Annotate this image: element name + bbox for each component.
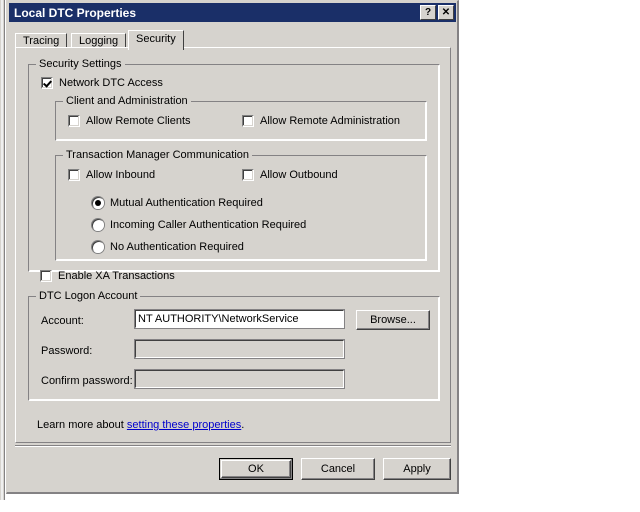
- tab-security[interactable]: Security: [128, 30, 184, 50]
- account-input[interactable]: NT AUTHORITY\NetworkService: [134, 309, 345, 329]
- window-title: Local DTC Properties: [14, 5, 137, 20]
- learn-more-text: Learn more about setting these propertie…: [37, 419, 244, 431]
- allow-outbound-checkbox[interactable]: [242, 169, 254, 181]
- enable-xa-transactions-checkbox[interactable]: [40, 270, 52, 282]
- client-and-administration-group-title: Client and Administration: [63, 95, 191, 107]
- browse-button[interactable]: Browse...: [356, 310, 430, 330]
- radio-mutual-authentication[interactable]: [92, 197, 104, 209]
- network-dtc-access-label: Network DTC Access: [59, 77, 163, 89]
- ok-button[interactable]: OK: [219, 458, 293, 480]
- password-label: Password:: [41, 345, 93, 357]
- radio-no-authentication-label: No Authentication Required: [110, 241, 244, 253]
- confirm-password-label: Confirm password:: [41, 375, 133, 387]
- allow-remote-administration-checkbox-row[interactable]: Allow Remote Administration: [242, 115, 400, 127]
- help-icon[interactable]: ?: [420, 5, 436, 20]
- allow-remote-administration-checkbox[interactable]: [242, 115, 254, 127]
- title-bar-buttons: ? ✕: [420, 5, 454, 20]
- allow-remote-clients-label: Allow Remote Clients: [86, 115, 191, 127]
- apply-button[interactable]: Apply: [383, 458, 451, 480]
- local-dtc-properties-dialog: Local DTC Properties ? ✕ Tracing Logging…: [6, 0, 459, 494]
- network-dtc-access-checkbox[interactable]: [41, 77, 53, 89]
- allow-inbound-label: Allow Inbound: [86, 169, 156, 181]
- password-input[interactable]: [134, 339, 345, 359]
- radio-no-authentication-row[interactable]: No Authentication Required: [92, 241, 244, 253]
- network-dtc-access-checkbox-row[interactable]: Network DTC Access: [41, 77, 163, 89]
- security-settings-group: Security Settings Network DTC Access Cli…: [28, 58, 440, 272]
- learn-more-suffix: .: [241, 419, 245, 431]
- tab-strip: Tracing Logging Security: [15, 30, 451, 50]
- cancel-button[interactable]: Cancel: [301, 458, 375, 480]
- confirm-password-input[interactable]: [134, 369, 345, 389]
- setting-these-properties-link[interactable]: setting these properties: [127, 419, 241, 431]
- window-left-edge: [0, 0, 5, 500]
- radio-incoming-caller-authentication[interactable]: [92, 219, 104, 231]
- allow-remote-administration-label: Allow Remote Administration: [260, 115, 401, 127]
- desktop-background: Local DTC Properties ? ✕ Tracing Logging…: [0, 0, 640, 512]
- window-left-edge-highlight: [1, 0, 3, 500]
- allow-inbound-checkbox[interactable]: [68, 169, 80, 181]
- account-label: Account:: [41, 315, 84, 327]
- allow-remote-clients-checkbox-row[interactable]: Allow Remote Clients: [68, 115, 191, 127]
- radio-incoming-caller-authentication-label: Incoming Caller Authentication Required: [110, 219, 307, 231]
- transaction-manager-communication-group-title: Transaction Manager Communication: [63, 149, 253, 161]
- dtc-logon-account-group-title: DTC Logon Account: [36, 290, 141, 302]
- security-settings-group-title: Security Settings: [36, 58, 125, 70]
- radio-mutual-authentication-label: Mutual Authentication Required: [110, 197, 263, 209]
- close-icon[interactable]: ✕: [438, 5, 454, 20]
- enable-xa-transactions-label: Enable XA Transactions: [58, 270, 175, 282]
- button-separator: [15, 445, 451, 447]
- title-bar[interactable]: Local DTC Properties ? ✕: [9, 3, 456, 22]
- learn-more-prefix: Learn more about: [37, 419, 127, 431]
- client-and-administration-group: Client and Administration Allow Remote C…: [55, 95, 427, 141]
- allow-outbound-checkbox-row[interactable]: Allow Outbound: [242, 169, 338, 181]
- allow-remote-clients-checkbox[interactable]: [68, 115, 80, 127]
- transaction-manager-communication-group: Transaction Manager Communication Allow …: [55, 149, 427, 261]
- allow-outbound-label: Allow Outbound: [260, 169, 338, 181]
- dtc-logon-account-group: DTC Logon Account Account: NT AUTHORITY\…: [28, 290, 440, 401]
- radio-no-authentication[interactable]: [92, 241, 104, 253]
- radio-mutual-authentication-row[interactable]: Mutual Authentication Required: [92, 197, 263, 209]
- enable-xa-transactions-checkbox-row[interactable]: Enable XA Transactions: [40, 270, 175, 282]
- allow-inbound-checkbox-row[interactable]: Allow Inbound: [68, 169, 155, 181]
- security-tab-panel: Security Settings Network DTC Access Cli…: [15, 47, 451, 443]
- radio-incoming-caller-authentication-row[interactable]: Incoming Caller Authentication Required: [92, 219, 306, 231]
